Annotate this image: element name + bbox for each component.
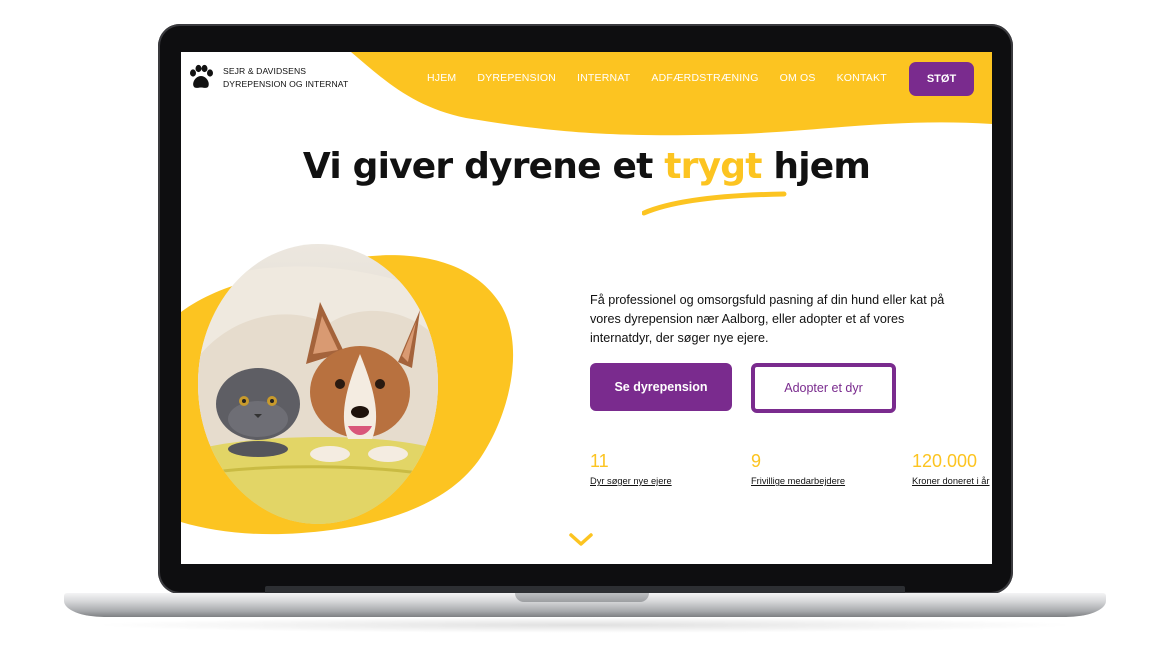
support-button[interactable]: STØT bbox=[909, 62, 974, 96]
stat-value: 9 bbox=[751, 451, 762, 471]
headline-accent: trygt bbox=[664, 146, 762, 187]
paw-icon bbox=[190, 64, 213, 88]
headline-underline-swoosh bbox=[642, 191, 787, 216]
headline-part-2: hjem bbox=[761, 146, 871, 187]
brand-name: SEJR & DAVIDSENS DYREPENSION OG INTERNAT bbox=[223, 65, 348, 91]
stat-value: 120.000 bbox=[912, 451, 978, 471]
nav-item-adfaerdstraening[interactable]: ADFÆRDSTRÆNING bbox=[651, 72, 758, 84]
laptop-shadow bbox=[90, 617, 1080, 633]
hero-headline: Vi giver dyrene et trygt hjem bbox=[181, 146, 992, 187]
hero-pet-photo bbox=[198, 244, 438, 524]
stat-animals: 11 Dyr søger nye ejere bbox=[590, 450, 672, 486]
stat-label[interactable]: Kroner doneret i år bbox=[912, 476, 992, 486]
laptop-notch bbox=[515, 593, 649, 602]
brand-line-1: SEJR & DAVIDSENS bbox=[223, 66, 307, 76]
brand-logo[interactable]: SEJR & DAVIDSENS DYREPENSION OG INTERNAT bbox=[187, 64, 348, 92]
chevron-down-icon[interactable] bbox=[568, 532, 594, 548]
main-navigation: HJEM DYREPENSION INTERNAT ADFÆRDSTRÆNING… bbox=[427, 72, 908, 84]
nav-item-om-os[interactable]: OM OS bbox=[780, 72, 816, 84]
nav-item-hjem[interactable]: HJEM bbox=[427, 72, 456, 84]
stat-label[interactable]: Frivillige medarbejdere bbox=[751, 476, 845, 486]
nav-item-dyrepension[interactable]: DYREPENSION bbox=[477, 72, 556, 84]
nav-item-kontakt[interactable]: KONTAKT bbox=[837, 72, 887, 84]
stat-donations: 120.000 Kroner doneret i år bbox=[912, 450, 992, 486]
see-pension-button[interactable]: Se dyrepension bbox=[590, 363, 732, 411]
adopt-animal-button[interactable]: Adopter et dyr bbox=[751, 363, 896, 413]
brand-line-2: DYREPENSION OG INTERNAT bbox=[223, 79, 349, 89]
stat-volunteers: 9 Frivillige medarbejdere bbox=[751, 450, 845, 486]
stat-label[interactable]: Dyr søger nye ejere bbox=[590, 476, 672, 486]
nav-item-internat[interactable]: INTERNAT bbox=[577, 72, 630, 84]
stat-value: 11 bbox=[590, 451, 609, 471]
website-screen: SEJR & DAVIDSENS DYREPENSION OG INTERNAT… bbox=[181, 52, 992, 564]
hero-intro-text: Få professionel og omsorgsfuld pasning a… bbox=[590, 292, 945, 345]
headline-part-1: Vi giver dyrene et bbox=[302, 146, 665, 187]
cat-and-dog-illustration bbox=[198, 244, 438, 524]
